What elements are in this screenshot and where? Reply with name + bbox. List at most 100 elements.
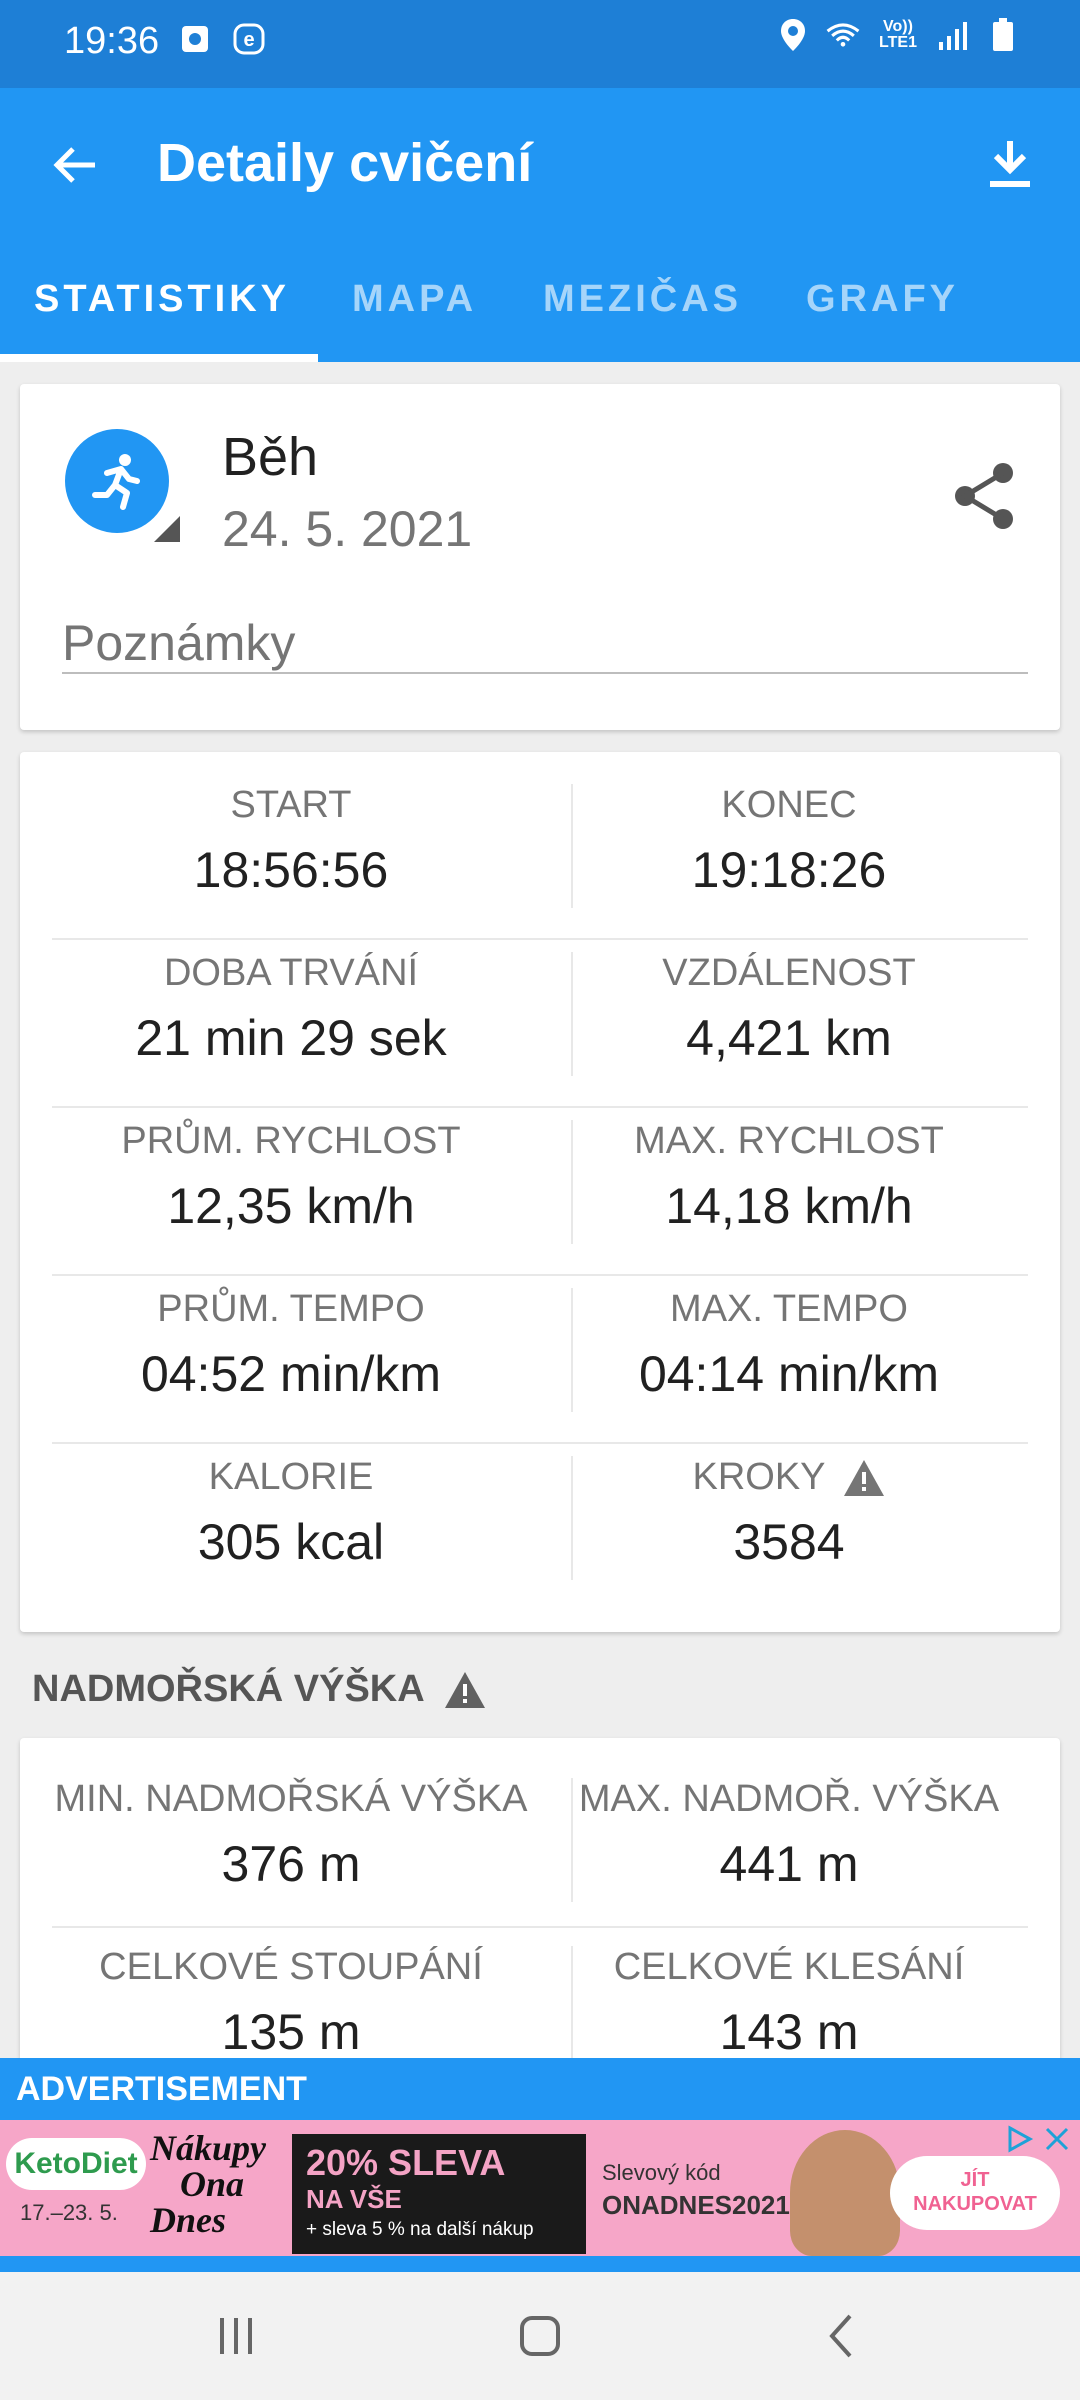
screenshot-notification-icon (178, 22, 212, 56)
ad-bottom-strip (0, 2256, 1080, 2272)
back-nav-button[interactable] (812, 2306, 872, 2366)
tab-mezicas[interactable]: MEZIČAS (543, 278, 742, 321)
share-button[interactable] (944, 456, 1024, 536)
stat-start: START 18:56:56 (52, 784, 530, 899)
stat-value: 04:14 min/km (638, 1346, 940, 1402)
ad-banner[interactable]: KetoDiet 17.–23. 5. Nákupy Ona Dnes 20% … (0, 2120, 1080, 2256)
divider (52, 1274, 1028, 1276)
stat-label: KALORIE (208, 1456, 374, 1498)
warning-icon[interactable] (842, 1458, 886, 1498)
stat-value: 4,421 km (686, 1010, 892, 1066)
arrow-left-icon (53, 147, 95, 183)
activity-date: 24. 5. 2021 (222, 501, 473, 557)
system-nav-bar (0, 2272, 1080, 2400)
stat-steps: KROKY 3584 (550, 1456, 1028, 1571)
stat-avg-speed: PRŮM. RYCHLOST 12,35 km/h (52, 1120, 530, 1235)
activity-name: Běh (222, 427, 319, 487)
stat-total-descent: CELKOVÉ KLESÁNÍ 143 m (550, 1946, 1028, 2061)
page-title: Detaily cvičení (157, 133, 533, 193)
home-button[interactable] (510, 2306, 570, 2366)
stat-distance: VZDÁLENOST 4,421 km (550, 952, 1028, 1067)
stat-row: START 18:56:56 KONEC 19:18:26 (52, 784, 1028, 952)
back-button[interactable] (40, 130, 110, 200)
stat-avg-pace: PRŮM. TEMPO 04:52 min/km (52, 1288, 530, 1403)
battery-icon (986, 18, 1020, 52)
ad-keto-dates: 17.–23. 5. (20, 2200, 118, 2225)
ad-keto-logo: KetoDiet (6, 2138, 146, 2190)
wifi-icon (826, 18, 860, 52)
stat-label: PRŮM. TEMPO (157, 1288, 425, 1330)
divider (52, 1926, 1028, 1928)
recent-apps-button[interactable] (206, 2306, 266, 2366)
close-icon[interactable] (1042, 2124, 1072, 2154)
stat-value: 376 m (221, 1836, 361, 1892)
app-notification-icon: e (232, 22, 266, 56)
stat-duration: DOBA TRVÁNÍ 21 min 29 sek (52, 952, 530, 1067)
stat-end: KONEC 19:18:26 (550, 784, 1028, 899)
divider (52, 1442, 1028, 1444)
ad-brand-logo: Nákupy Ona Dnes (150, 2128, 266, 2240)
stat-value: 19:18:26 (691, 842, 887, 898)
stat-label: MAX. TEMPO (670, 1288, 908, 1330)
stat-value: 21 min 29 sek (135, 1010, 447, 1066)
stats-card: START 18:56:56 KONEC 19:18:26 DOBA TRVÁN… (20, 752, 1060, 1632)
stat-max-elevation: MAX. NADMOŘ. VÝŠKA 441 m (550, 1778, 1028, 1893)
stat-label: MAX. RYCHLOST (634, 1120, 944, 1162)
stat-value: 12,35 km/h (167, 1178, 415, 1234)
stat-total-ascent: CELKOVÉ STOUPÁNÍ 135 m (52, 1946, 530, 2061)
stat-label: KONEC (721, 784, 857, 826)
tab-grafy[interactable]: GRAFY (806, 278, 959, 321)
ad-header: ADVERTISEMENT (0, 2058, 1080, 2120)
tab-mapa[interactable]: MAPA (352, 278, 477, 321)
stat-value: 18:56:56 (193, 842, 389, 898)
network-type-label: Vo)) LTE1 (879, 18, 917, 51)
stat-label: CELKOVÉ KLESÁNÍ (613, 1946, 965, 1988)
app-bar: Detaily cvičení (0, 88, 1080, 248)
stat-value: 143 m (719, 2004, 859, 2060)
stat-label: DOBA TRVÁNÍ (163, 952, 419, 994)
stat-max-pace: MAX. TEMPO 04:14 min/km (550, 1288, 1028, 1403)
tab-statistiky[interactable]: STATISTIKY (34, 278, 290, 321)
download-button[interactable] (970, 124, 1050, 204)
ad-promo-box: 20% SLEVA NA VŠE + sleva 5 % na další ná… (292, 2134, 586, 2254)
ad-model-image (790, 2130, 900, 2256)
stat-row: KALORIE 305 kcal KROKY 3584 (52, 1456, 1028, 1624)
stat-label: KROKY (692, 1456, 826, 1498)
signal-icon (936, 18, 970, 52)
activity-card: Běh 24. 5. 2021 (20, 384, 1060, 730)
adchoices-icon[interactable] (1004, 2124, 1034, 2154)
svg-text:e: e (243, 29, 254, 51)
stat-label: MIN. NADMOŘSKÁ VÝŠKA (54, 1778, 528, 1820)
status-bar: 19:36 e Vo)) LTE1 (0, 0, 1080, 88)
stat-value: 305 kcal (197, 1514, 385, 1570)
stat-min-elevation: MIN. NADMOŘSKÁ VÝŠKA 376 m (52, 1778, 530, 1893)
stat-label: VZDÁLENOST (662, 952, 916, 994)
elevation-card: MIN. NADMOŘSKÁ VÝŠKA 376 m MAX. NADMOŘ. … (20, 1738, 1060, 2070)
stat-max-speed: MAX. RYCHLOST 14,18 km/h (550, 1120, 1028, 1235)
location-icon (776, 18, 810, 52)
section-title-text: NADMOŘSKÁ VÝŠKA (32, 1668, 425, 1710)
stat-calories: KALORIE 305 kcal (52, 1456, 530, 1571)
ad-code-label: Slevový kód (602, 2160, 721, 2185)
tab-bar: STATISTIKY MAPA MEZIČAS GRAFY (0, 248, 1080, 362)
download-icon (990, 141, 1030, 187)
stat-label: CELKOVÉ STOUPÁNÍ (99, 1946, 483, 1988)
stat-label: PRŮM. RYCHLOST (121, 1120, 461, 1162)
running-icon (92, 454, 140, 510)
warning-icon[interactable] (443, 1670, 487, 1710)
share-icon (955, 463, 1013, 529)
tab-indicator (0, 354, 318, 362)
stat-value: 441 m (719, 1836, 859, 1892)
home-icon (520, 2316, 560, 2356)
chevron-left-icon (829, 2314, 852, 2358)
stat-row: PRŮM. RYCHLOST 12,35 km/h MAX. RYCHLOST … (52, 1120, 1028, 1288)
stat-row: MIN. NADMOŘSKÁ VÝŠKA 376 m MAX. NADMOŘ. … (52, 1778, 1028, 1946)
stat-row: PRŮM. TEMPO 04:52 min/km MAX. TEMPO 04:1… (52, 1288, 1028, 1456)
divider (52, 938, 1028, 940)
status-time: 19:36 (64, 20, 160, 62)
ad-cta-button[interactable]: JÍT NAKUPOVAT (890, 2156, 1060, 2230)
stat-value: 3584 (733, 1514, 845, 1570)
dropdown-corner-icon (154, 516, 180, 542)
notes-field[interactable] (62, 614, 1028, 674)
divider (52, 1106, 1028, 1108)
